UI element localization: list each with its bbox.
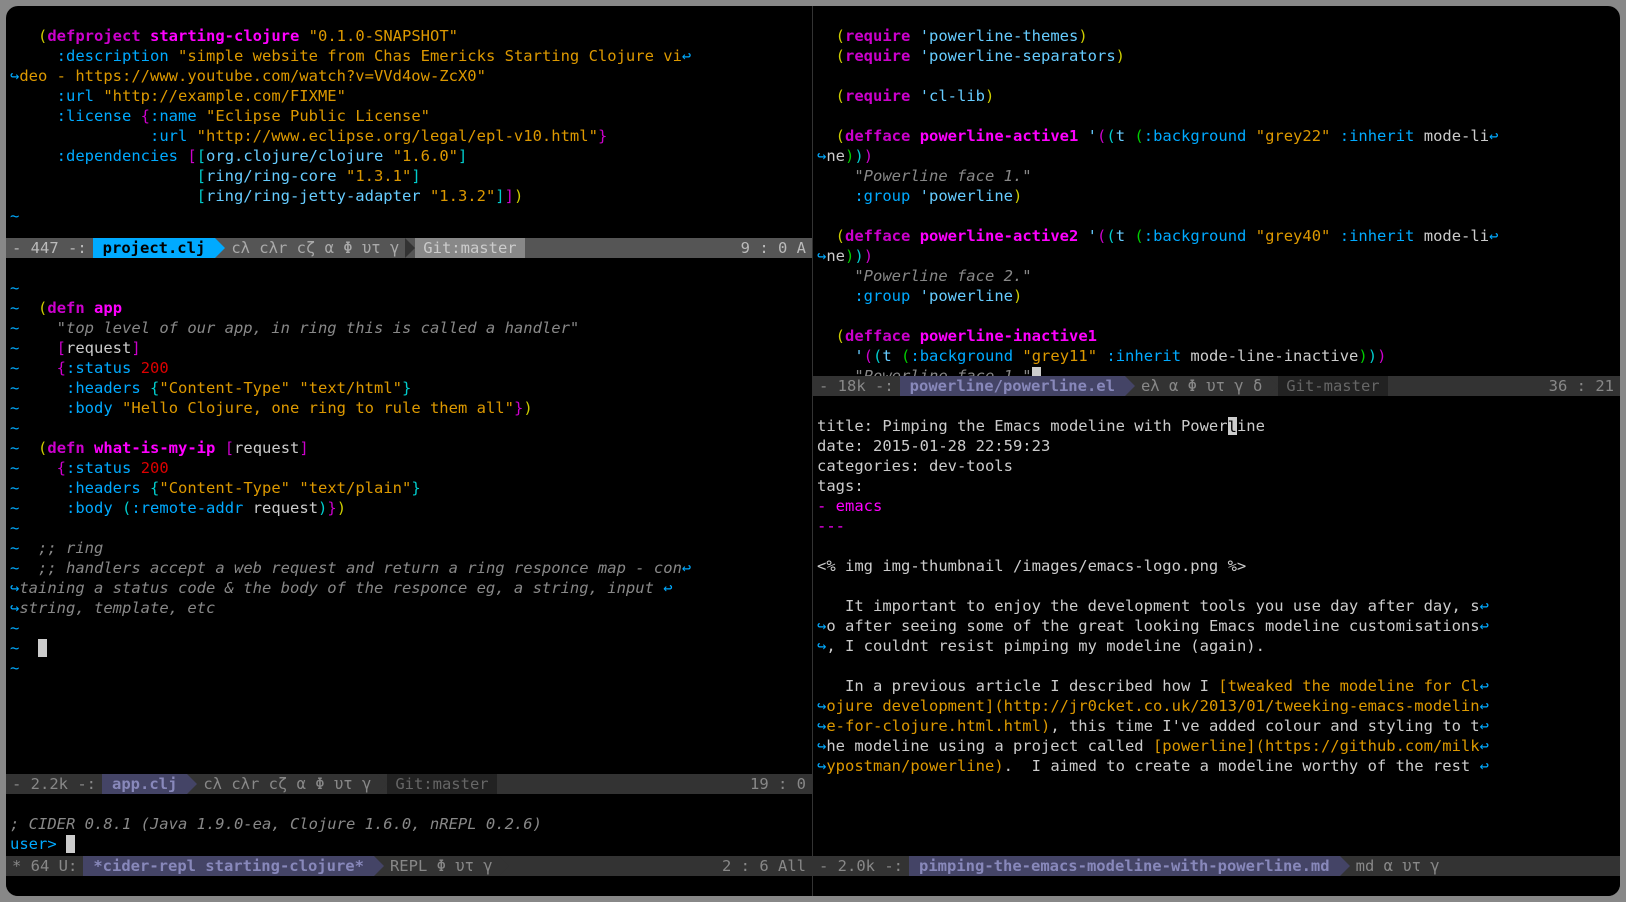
modeline-modes: cλ cλr cζ α Φ υτ γ bbox=[225, 238, 405, 258]
defproject-keyword: defproject bbox=[47, 27, 140, 45]
pane-app-clj[interactable]: ~ ~ (defn app ~ "top level of our app, i… bbox=[6, 258, 812, 774]
pane-markdown[interactable]: title: Pimping the Emacs modeline with P… bbox=[813, 396, 1620, 856]
emacs-frame: (defproject starting-clojure "0.1.0-SNAP… bbox=[6, 6, 1620, 896]
pane-powerline-el[interactable]: (require 'powerline-themes) (require 'po… bbox=[813, 6, 1620, 376]
modeline-git: Git-master bbox=[1278, 376, 1387, 396]
modeline-status: - 2.2k -: bbox=[6, 774, 102, 794]
modeline-filename[interactable]: *cider-repl starting-clojure* bbox=[83, 856, 374, 876]
left-column: (defproject starting-clojure "0.1.0-SNAP… bbox=[6, 6, 813, 896]
modeline-project-clj[interactable]: - 447 -: project.clj cλ cλr cζ α Φ υτ γ … bbox=[6, 238, 812, 258]
minibuffer-right[interactable] bbox=[813, 876, 1620, 896]
pane-cider-repl[interactable]: ; CIDER 0.8.1 (Java 1.9.0-ea, Clojure 1.… bbox=[6, 794, 812, 856]
modeline-status: - 18k -: bbox=[813, 376, 900, 396]
modeline-position: 19 : 0 bbox=[750, 774, 812, 794]
cursor bbox=[1032, 367, 1041, 376]
arrow-icon bbox=[499, 856, 509, 876]
minibuffer[interactable] bbox=[6, 876, 812, 896]
right-column: (require 'powerline-themes) (require 'po… bbox=[813, 6, 1620, 896]
modeline-git: Git:master bbox=[415, 238, 524, 258]
repl-prompt: user> bbox=[10, 835, 66, 853]
arrow-icon bbox=[377, 774, 387, 794]
modeline-git: Git:master bbox=[387, 774, 496, 794]
modeline-powerline-el[interactable]: - 18k -: powerline/powerline.el eλ α Φ υ… bbox=[813, 376, 1620, 396]
code-app-clj[interactable]: ~ ~ (defn app ~ "top level of our app, i… bbox=[6, 258, 812, 698]
modeline-status: - 2.0k -: bbox=[813, 856, 909, 876]
arrow-icon bbox=[187, 774, 197, 794]
code-cider-repl[interactable]: ; CIDER 0.8.1 (Java 1.9.0-ea, Clojure 1.… bbox=[6, 794, 812, 856]
cursor bbox=[38, 639, 47, 657]
modeline-markdown[interactable]: - 2.0k -: pimping-the-emacs-modeline-wit… bbox=[813, 856, 1620, 876]
modeline-position: 36 : 21 bbox=[1549, 376, 1620, 396]
pane-project-clj[interactable]: (defproject starting-clojure "0.1.0-SNAP… bbox=[6, 6, 812, 238]
modeline-status: * 64 U: bbox=[6, 856, 83, 876]
arrow-icon bbox=[374, 856, 384, 876]
modeline-position: 2 : 6 All bbox=[722, 856, 812, 876]
arrow-icon bbox=[1125, 376, 1135, 396]
arrow-icon bbox=[1268, 376, 1278, 396]
modeline-filename[interactable]: project.clj bbox=[93, 238, 216, 258]
modeline-app-clj[interactable]: - 2.2k -: app.clj cλ cλr cζ α Φ υτ γ Git… bbox=[6, 774, 812, 794]
code-markdown[interactable]: title: Pimping the Emacs modeline with P… bbox=[813, 396, 1620, 796]
cursor bbox=[66, 835, 75, 853]
modeline-filename[interactable]: powerline/powerline.el bbox=[900, 376, 1125, 396]
cursor: l bbox=[1228, 417, 1237, 435]
arrow-icon bbox=[1340, 856, 1350, 876]
modeline-filename[interactable]: pimping-the-emacs-modeline-with-powerlin… bbox=[909, 856, 1340, 876]
modeline-filename[interactable]: app.clj bbox=[102, 774, 187, 794]
code-project-clj[interactable]: (defproject starting-clojure "0.1.0-SNAP… bbox=[6, 6, 812, 238]
code-powerline-el[interactable]: (require 'powerline-themes) (require 'po… bbox=[813, 6, 1620, 376]
modeline-status: - 447 -: bbox=[6, 238, 93, 258]
modeline-cider-repl[interactable]: * 64 U: *cider-repl starting-clojure* RE… bbox=[6, 856, 812, 876]
arrow-icon bbox=[405, 238, 415, 258]
arrow-icon bbox=[215, 238, 225, 258]
modeline-position: 9 : 0 A bbox=[741, 238, 812, 258]
